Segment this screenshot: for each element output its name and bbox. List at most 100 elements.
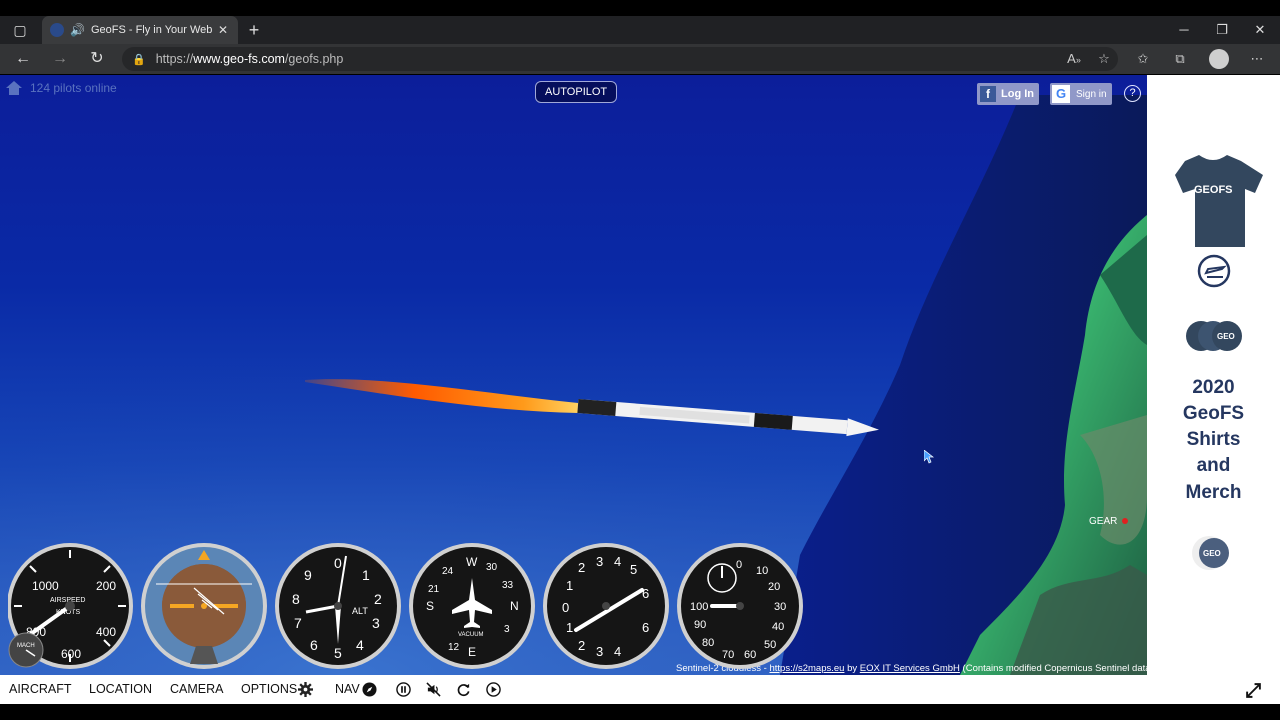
rpm-tick-40: 40 [772, 621, 784, 633]
vsi-tick-6-lower: 6 [642, 620, 649, 635]
heading-tick-e: E [468, 645, 476, 659]
more-menu-icon[interactable]: ⋯ [1242, 44, 1272, 74]
merch-ad-line-4[interactable]: and [1147, 453, 1280, 480]
menu-location[interactable]: LOCATION [89, 675, 152, 704]
airspeed-tick-400: 400 [96, 625, 116, 639]
rpm-tick-80: 80 [702, 637, 714, 649]
play-icon[interactable] [486, 682, 501, 697]
letterbox-top [0, 0, 1280, 16]
gear-indicator-light [1122, 518, 1128, 524]
refresh-icon[interactable]: ↻ [82, 44, 112, 74]
pilots-online[interactable]: 124 pilots online [6, 81, 117, 95]
mach-subdial: MACH [8, 632, 44, 668]
airspeed-tick-200: 200 [96, 579, 116, 593]
vsi-tick-3-lower: 3 [596, 644, 603, 659]
rpm-gauge: 0 10 20 30 40 50 60 70 80 90 100 [677, 543, 803, 669]
merch-ad-line-3[interactable]: Shirts [1147, 427, 1280, 454]
facebook-login-button[interactable]: f Log In [977, 83, 1039, 105]
merch-ad-line-2[interactable]: GeoFS [1147, 401, 1280, 428]
heading-tick-21: 21 [428, 584, 440, 595]
badge-stack-text: GEO [1217, 332, 1235, 341]
rpm-tick-70: 70 [722, 649, 734, 661]
merch-ad-line-1[interactable]: 2020 [1147, 375, 1280, 402]
vsi-tick-3-upper: 3 [596, 554, 603, 569]
vsi-tick-2-lower: 2 [578, 638, 585, 653]
tab-title: GeoFS - Fly in Your Web Bro [90, 24, 216, 36]
merch-ad-sidebar[interactable]: GEOFS GEO 2020 GeoFS Shirts and Merch GE… [1147, 75, 1280, 675]
speaker-icon[interactable]: 🔊 [70, 23, 85, 37]
close-window-icon[interactable]: ✕ [1241, 16, 1279, 44]
plane-sticker-image[interactable] [1197, 254, 1231, 288]
read-aloud-icon[interactable]: A» [1059, 44, 1089, 74]
badge-stack-image[interactable]: GEO [1186, 321, 1242, 351]
airspeed-gauge: 1000 200 400 600 800 AIRSPEED KNOTS MACH [8, 543, 133, 669]
heading-tick-s: S [426, 599, 434, 613]
rpm-tick-30: 30 [774, 601, 786, 613]
rpm-tick-20: 20 [768, 581, 780, 593]
gear-icon[interactable] [298, 682, 313, 697]
favorites-icon[interactable]: ✩ [1128, 44, 1158, 74]
rpm-tick-10: 10 [756, 565, 768, 577]
heading-tick-24: 24 [442, 566, 454, 577]
facebook-login-label: Log In [1001, 88, 1034, 100]
tab-actions-icon[interactable]: ▢ [6, 16, 34, 44]
heading-label: VACUUM [458, 632, 484, 638]
vsi-tick-1-lower: 1 [566, 620, 573, 635]
address-bar[interactable]: 🔒 https://www.geo-fs.com/geofs.php [122, 47, 1118, 71]
tshirt-image[interactable]: GEOFS [1175, 155, 1263, 247]
eox-link[interactable]: EOX IT Services GmbH [860, 663, 960, 674]
browser-tab[interactable]: 🔊 GeoFS - Fly in Your Web Bro ✕ [42, 16, 238, 44]
pilots-online-text: 124 pilots online [30, 81, 117, 95]
menu-aircraft[interactable]: AIRCRAFT [9, 675, 72, 704]
reset-icon[interactable] [456, 682, 471, 697]
vsi-tick-0: 0 [562, 600, 569, 615]
google-signin-button[interactable]: G Sign in [1050, 83, 1112, 105]
restore-icon[interactable]: ❐ [1203, 16, 1241, 44]
profile-avatar[interactable] [1209, 49, 1229, 69]
vsi-tick-6-upper: 6 [642, 586, 649, 601]
merch-images[interactable]: GEOFS GEO [1147, 75, 1280, 355]
help-icon[interactable]: ? [1124, 85, 1141, 102]
heading-tick-n: N [510, 599, 519, 613]
menu-camera[interactable]: CAMERA [170, 675, 223, 704]
back-icon[interactable]: ← [8, 44, 38, 74]
collections-icon[interactable]: ⧉ [1165, 44, 1195, 74]
merch-ad-line-5[interactable]: Merch [1147, 480, 1280, 507]
altimeter-gauge: 0 1 2 3 4 5 6 7 8 9 ALT [275, 543, 401, 669]
instrument-panel: 1000 200 400 600 800 AIRSPEED KNOTS MACH [8, 543, 803, 669]
add-favorite-icon[interactable]: ☆ [1089, 44, 1119, 74]
rpm-tick-50: 50 [764, 639, 776, 651]
mute-icon[interactable] [426, 682, 441, 697]
heading-tick-30: 30 [486, 562, 498, 573]
pause-icon[interactable] [396, 682, 411, 697]
heading-tick-w: W [466, 555, 478, 569]
flight-viewport[interactable]: 124 pilots online AUTOPILOT f Log In G Sig… [0, 75, 1147, 675]
altimeter-label: ALT [352, 606, 368, 616]
rpm-tick-60: 60 [744, 649, 756, 661]
minimize-icon[interactable]: ─ [1165, 16, 1203, 44]
altimeter-tick-6: 6 [310, 637, 318, 653]
vertical-speed-gauge: 0 1 2 3 4 5 4 3 2 1 6 6 [543, 543, 669, 669]
fullscreen-icon[interactable] [1245, 682, 1262, 699]
badge-image[interactable]: GEO [1147, 533, 1280, 573]
geofs-favicon-icon [50, 23, 64, 37]
forward-icon[interactable]: → [45, 44, 75, 74]
autopilot-button[interactable]: AUTOPILOT [535, 81, 618, 103]
new-tab-icon[interactable]: + [240, 16, 268, 44]
tshirt-text: GEOFS [1194, 184, 1233, 196]
google-icon: G [1052, 85, 1070, 103]
airspeed-tick-600: 600 [61, 647, 81, 661]
gear-indicator-label: GEAR [1089, 516, 1118, 527]
close-tab-icon[interactable]: ✕ [216, 23, 230, 37]
rpm-tick-0: 0 [736, 559, 742, 571]
heading-tick-3: 3 [504, 624, 510, 635]
home-icon[interactable] [6, 81, 22, 95]
menu-options[interactable]: OPTIONS [241, 675, 297, 704]
altimeter-tick-5: 5 [334, 645, 342, 661]
google-signin-label: Sign in [1076, 88, 1107, 100]
altimeter-tick-0: 0 [334, 555, 342, 571]
vsi-tick-4-upper: 4 [614, 554, 621, 569]
compass-icon[interactable] [362, 682, 377, 697]
vsi-tick-1-upper: 1 [566, 578, 573, 593]
menu-nav[interactable]: NAV [335, 675, 360, 704]
